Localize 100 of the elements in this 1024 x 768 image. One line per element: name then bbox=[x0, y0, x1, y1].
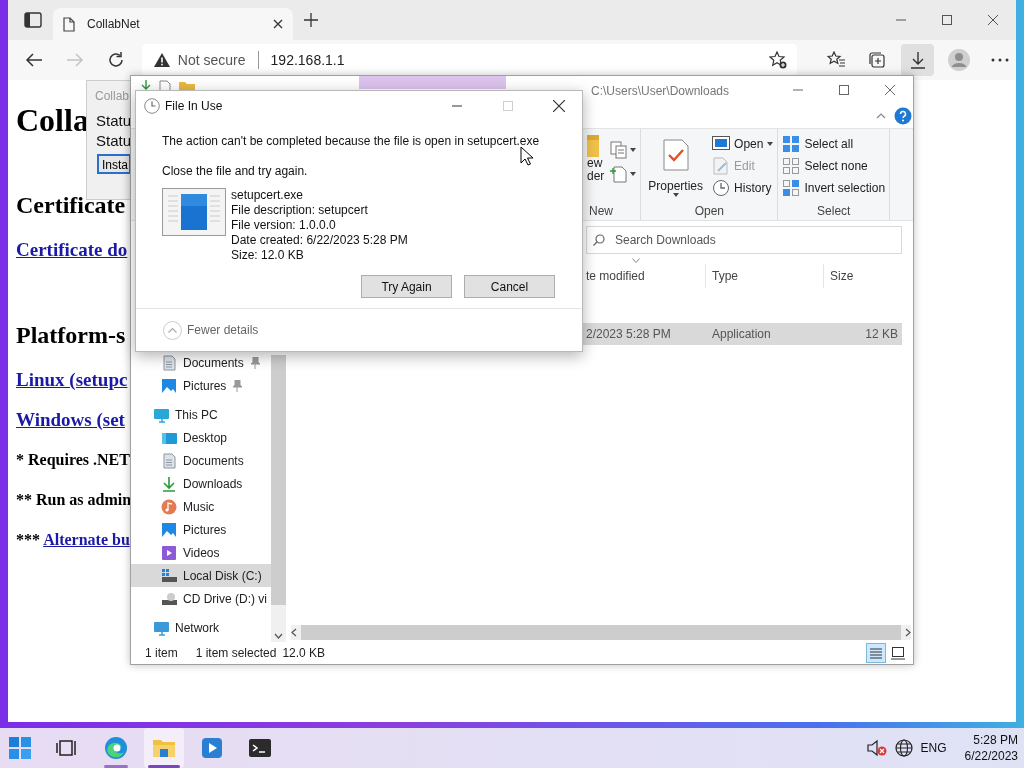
clock-time[interactable]: 5:28 PM bbox=[973, 732, 1018, 748]
column-header[interactable]: Size bbox=[824, 264, 902, 288]
computer-icon bbox=[153, 406, 169, 423]
note-text: * Requires .NET bbox=[16, 451, 130, 468]
page-icon bbox=[63, 16, 75, 32]
star-plus-icon[interactable] bbox=[769, 51, 788, 69]
document-icon bbox=[161, 452, 177, 469]
select-all-button[interactable]: Select all bbox=[782, 135, 886, 153]
document-icon bbox=[161, 354, 177, 371]
back-icon[interactable] bbox=[25, 51, 44, 69]
clock-icon bbox=[712, 179, 731, 197]
group-label: Open bbox=[693, 204, 726, 220]
globe-icon[interactable] bbox=[894, 739, 913, 757]
network-icon bbox=[153, 619, 169, 636]
browser-tab[interactable]: CollabNet bbox=[53, 8, 293, 40]
dialog-button[interactable]: Cancel bbox=[464, 275, 555, 298]
details-toggle[interactable]: Fewer details bbox=[187, 323, 259, 337]
caret-icon bbox=[672, 193, 679, 197]
new-item-icon bbox=[610, 165, 629, 183]
tab-actions-icon[interactable] bbox=[24, 12, 42, 28]
page-link[interactable]: Certificate do bbox=[16, 239, 128, 260]
nav-item[interactable]: CD Drive (D:) vi bbox=[131, 587, 271, 610]
close-icon[interactable] bbox=[553, 100, 565, 112]
search-icon bbox=[593, 234, 605, 246]
clock-date[interactable]: 6/22/2023 bbox=[964, 748, 1018, 764]
refresh-icon[interactable] bbox=[107, 51, 126, 69]
status-text: 12.0 KB bbox=[282, 646, 326, 660]
column-header[interactable]: Type bbox=[706, 264, 824, 288]
nav-item[interactable]: This PC bbox=[131, 403, 271, 426]
clock-icon bbox=[144, 98, 160, 114]
nav-item[interactable]: Local Disk (C:) bbox=[131, 564, 271, 587]
volume-icon[interactable] bbox=[866, 739, 887, 757]
dialog-button[interactable]: Try Again bbox=[361, 275, 452, 298]
section-heading: Certificate bbox=[16, 192, 126, 218]
video-icon bbox=[161, 544, 177, 561]
nav-item[interactable]: Network bbox=[131, 616, 271, 639]
music-icon bbox=[161, 498, 177, 515]
start-icon bbox=[8, 736, 32, 760]
section-heading: Platform-s bbox=[16, 322, 126, 348]
help-icon[interactable] bbox=[894, 107, 912, 125]
maximize-icon[interactable] bbox=[839, 85, 849, 95]
chevron-right-icon[interactable] bbox=[905, 628, 911, 637]
nav-item[interactable]: Downloads bbox=[131, 472, 271, 495]
file-detail: File description: setupcert bbox=[231, 203, 369, 218]
chevron-down-icon[interactable] bbox=[274, 633, 283, 639]
copy-path-button[interactable] bbox=[610, 141, 637, 159]
media-player-icon bbox=[200, 736, 224, 760]
properties-button[interactable]: Properties bbox=[645, 135, 707, 205]
close-icon[interactable] bbox=[885, 85, 895, 95]
picture-icon bbox=[161, 377, 177, 394]
nav-item[interactable]: Pictures bbox=[131, 518, 271, 541]
search-input[interactable]: Search Downloads bbox=[613, 232, 901, 248]
copy-icon bbox=[610, 141, 629, 159]
scrollbar[interactable] bbox=[291, 625, 911, 640]
table-cell: Application bbox=[706, 323, 824, 345]
new-folder-button[interactable]: ew der bbox=[587, 135, 605, 205]
details-view-icon bbox=[869, 646, 883, 660]
close-icon[interactable] bbox=[988, 15, 998, 25]
page-link[interactable]: Windows (set bbox=[16, 409, 125, 430]
mouse-pointer-icon bbox=[520, 146, 533, 166]
invert-button[interactable]: Invert selection bbox=[782, 179, 886, 197]
select-all-icon bbox=[782, 135, 801, 153]
folder-icon bbox=[587, 135, 599, 157]
address-bar[interactable]: Not secure 192.168.1.1 bbox=[141, 44, 798, 76]
install-button[interactable]: Insta bbox=[97, 154, 131, 174]
close-icon[interactable] bbox=[273, 19, 283, 29]
select-none-button[interactable]: Select none bbox=[782, 157, 886, 175]
nav-item[interactable]: Videos bbox=[131, 541, 271, 564]
nav-item[interactable]: Music bbox=[131, 495, 271, 518]
browser-icon bbox=[104, 736, 128, 760]
history-button[interactable]: History bbox=[712, 179, 774, 197]
table-cell: 12 KB bbox=[824, 323, 902, 345]
chevron-up-icon[interactable] bbox=[876, 113, 886, 119]
open-button[interactable]: Open bbox=[712, 135, 774, 153]
avatar-icon bbox=[947, 49, 970, 71]
terminal-icon bbox=[248, 736, 272, 760]
chevron-left-icon[interactable] bbox=[291, 628, 297, 637]
language-indicator[interactable]: ENG bbox=[920, 741, 947, 755]
nav-item[interactable]: Documents bbox=[131, 351, 271, 374]
url-text: 192.168.1.1 bbox=[270, 52, 346, 68]
maximize-icon[interactable] bbox=[942, 15, 952, 25]
new-tab-icon[interactable] bbox=[304, 13, 318, 27]
nav-item[interactable]: Desktop bbox=[131, 426, 271, 449]
window-title: C:\Users\User\Downloads bbox=[591, 84, 730, 98]
group-label: Select bbox=[816, 204, 852, 220]
page-link[interactable]: Linux (setupc bbox=[16, 369, 128, 390]
new-item-button[interactable] bbox=[610, 165, 637, 183]
page-link[interactable]: Alternate bu bbox=[43, 531, 130, 548]
nav-item[interactable]: Documents bbox=[131, 449, 271, 472]
scrollbar[interactable] bbox=[271, 355, 286, 642]
downloads-button[interactable] bbox=[901, 44, 935, 76]
window-title: Collab bbox=[94, 88, 130, 105]
more-icon bbox=[990, 58, 1009, 62]
taskbar-button[interactable] bbox=[144, 728, 184, 768]
disc-drive-icon bbox=[161, 590, 177, 607]
note-text: ** Run as admin bbox=[16, 491, 132, 508]
warning-icon bbox=[153, 53, 170, 67]
nav-item[interactable]: Pictures bbox=[131, 374, 271, 397]
search-field[interactable]: Search Downloads bbox=[586, 226, 902, 254]
message-text: The action can't be completed because the file is open in setupcert.exe bbox=[162, 134, 541, 150]
